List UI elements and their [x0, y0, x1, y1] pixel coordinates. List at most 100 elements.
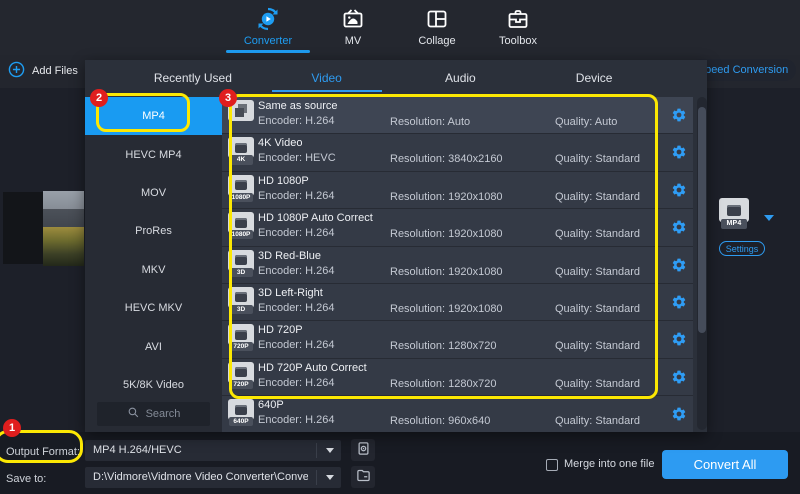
format-row[interactable]: 1080PHD 1080PEncoder: H.264Resolution: 1… — [222, 172, 693, 209]
quality-value: Standard — [595, 378, 640, 390]
encoder-label: Encoder: — [258, 227, 302, 239]
format-title: HD 720P Auto Correct — [258, 362, 367, 374]
output-format-select[interactable]: MP4 H.264/HEVC — [85, 440, 341, 461]
format-sidebar: MP4HEVC MP4MOVProResMKVHEVC MKVAVI5K/8K … — [85, 97, 222, 432]
sidebar-item-hevc-mkv[interactable]: HEVC MKV — [85, 289, 222, 327]
format-type-icon: 1080P — [226, 212, 256, 239]
gear-icon[interactable] — [671, 257, 687, 273]
output-format-value: MP4 H.264/HEVC — [93, 444, 182, 456]
resolution-label: Resolution: — [390, 228, 445, 240]
settings-button[interactable]: Settings — [719, 241, 765, 256]
film-icon — [235, 367, 247, 377]
tab-label: Device — [576, 71, 613, 85]
nav-tab-toolbox[interactable]: Toolbox — [483, 5, 553, 53]
annotation-step-1-badge: 1 — [3, 419, 21, 437]
format-row[interactable]: 720PHD 720P Auto CorrectEncoder: H.264Re… — [222, 359, 693, 396]
tab-device[interactable]: Device — [527, 60, 661, 95]
format-row[interactable]: 4K4K VideoEncoder: HEVCResolution: 3840x… — [222, 134, 693, 171]
resolution-value: Auto — [448, 116, 471, 128]
gear-icon[interactable] — [671, 144, 687, 160]
format-resolution: Resolution: 1920x1080 — [390, 266, 503, 278]
format-type-icon: 640P — [226, 399, 256, 426]
format-type-badge: 3D — [229, 268, 253, 277]
format-resolution: Resolution: 1280x720 — [390, 340, 496, 352]
encoder-label: Encoder: — [258, 115, 302, 127]
nav-tab-converter[interactable]: Converter — [233, 5, 303, 53]
gear-icon[interactable] — [671, 219, 687, 235]
tab-audio[interactable]: Audio — [394, 60, 528, 95]
quality-label: Quality: — [555, 266, 592, 278]
encoder-value: H.264 — [305, 377, 334, 389]
tab-video[interactable]: Video — [260, 60, 394, 95]
format-row[interactable]: 640P640PEncoder: H.264Resolution: 960x64… — [222, 396, 693, 432]
sidebar-item-5k-8k-video[interactable]: 5K/8K Video — [85, 366, 222, 404]
gear-icon[interactable] — [671, 406, 687, 422]
format-quality: Quality: Standard — [555, 191, 640, 203]
gear-icon[interactable] — [671, 369, 687, 385]
add-files-button[interactable]: Add Files — [8, 60, 93, 82]
nav-tab-label: MV — [318, 35, 388, 47]
gear-icon[interactable] — [671, 331, 687, 347]
nav-tab-collage[interactable]: Collage — [402, 5, 472, 53]
merge-checkbox[interactable] — [546, 459, 558, 471]
format-encoder: Encoder: H.264 — [258, 115, 337, 127]
format-row[interactable]: 1080PHD 1080P Auto CorrectEncoder: H.264… — [222, 209, 693, 246]
top-nav: Converter MV CollageToolbox — [0, 0, 800, 55]
quality-value: Standard — [595, 415, 640, 427]
quality-label: Quality: — [555, 303, 592, 315]
resolution-value: 1920x1080 — [448, 191, 502, 203]
format-resolution: Resolution: 960x640 — [390, 415, 490, 427]
video-card — [3, 192, 43, 264]
nav-tab-mv[interactable]: MV — [318, 5, 388, 53]
format-encoder: Encoder: H.264 — [258, 265, 334, 277]
save-to-value: D:\Vidmore\Vidmore Video Converter\Conve… — [93, 471, 308, 483]
resolution-label: Resolution: — [390, 116, 445, 128]
resolution-label: Resolution: — [390, 303, 445, 315]
format-quality: Quality: Standard — [555, 303, 640, 315]
format-resolution: Resolution: 3840x2160 — [390, 153, 503, 165]
format-quality: Quality: Standard — [555, 153, 640, 165]
quality-value: Standard — [595, 266, 640, 278]
sidebar-item-hevc-mp4[interactable]: HEVC MP4 — [85, 135, 222, 173]
scrollbar-thumb[interactable] — [698, 107, 706, 333]
app-window: ConverterMVCollageToolbox Add Files Spee… — [0, 0, 800, 494]
format-row[interactable]: 720PHD 720PEncoder: H.264Resolution: 128… — [222, 321, 693, 358]
save-to-select[interactable]: D:\Vidmore\Vidmore Video Converter\Conve… — [85, 467, 341, 488]
bottom-bar: Output Format: MP4 H.264/HEVC Save to: D… — [0, 432, 800, 494]
encoder-value: H.264 — [305, 115, 334, 127]
quality-value: Standard — [595, 153, 640, 165]
gear-icon[interactable] — [671, 294, 687, 310]
sidebar-item-mkv[interactable]: MKV — [85, 251, 222, 289]
format-type-badge: 720P — [229, 342, 253, 351]
format-row[interactable]: 3D3D Left-RightEncoder: H.264Resolution:… — [222, 284, 693, 321]
format-encoder: Encoder: H.264 — [258, 339, 334, 351]
format-resolution: Resolution: 1280x720 — [390, 378, 496, 390]
sidebar-item-mov[interactable]: MOV — [85, 174, 222, 212]
browse-folder-button[interactable] — [351, 466, 375, 488]
tab-recently-used[interactable]: Recently Used — [126, 60, 260, 95]
sidebar-item-avi[interactable]: AVI — [85, 327, 222, 365]
scrollbar-track[interactable] — [697, 97, 707, 430]
gear-icon[interactable] — [671, 107, 687, 123]
film-icon — [235, 218, 247, 228]
format-type-icon: 3D — [226, 250, 256, 277]
gear-icon[interactable] — [671, 182, 687, 198]
format-tabs: Recently UsedVideoAudio Device — [126, 60, 661, 95]
folder-icon — [356, 468, 371, 486]
search-placeholder: Search — [146, 408, 181, 420]
profile-document-icon — [356, 441, 371, 459]
profile-settings-button[interactable] — [351, 439, 375, 461]
format-row[interactable]: Same as sourceEncoder: H.264Resolution: … — [222, 97, 693, 134]
resolution-value: 1920x1080 — [448, 266, 502, 278]
search-input[interactable]: Search — [97, 402, 210, 426]
sidebar-item-prores[interactable]: ProRes — [85, 212, 222, 250]
format-encoder: Encoder: H.264 — [258, 377, 367, 389]
film-icon — [235, 405, 247, 415]
mp4-file-icon[interactable]: MP4 — [716, 198, 752, 229]
convert-all-button[interactable]: Convert All — [662, 450, 788, 479]
format-title: 3D Red-Blue — [258, 250, 334, 262]
format-type-badge: 1080P — [229, 193, 253, 202]
format-dropdown-arrow-icon[interactable] — [764, 215, 774, 226]
format-row[interactable]: 3D 3D Red-Blue Encoder: H.264 Resolution: 1… — [222, 247, 693, 284]
format-type-badge: 3D — [229, 305, 253, 314]
